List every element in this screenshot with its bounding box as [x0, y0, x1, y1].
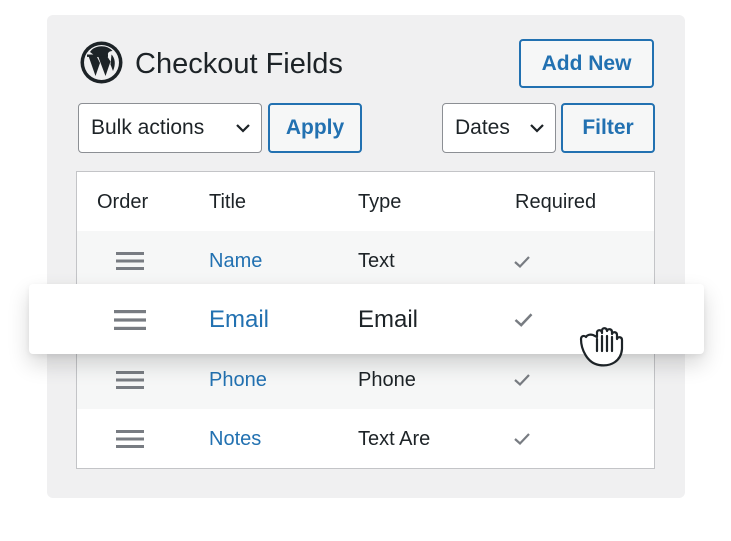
field-type: Email [358, 306, 419, 333]
field-title-link[interactable]: Name [209, 249, 262, 273]
field-title-link[interactable]: Notes [209, 427, 261, 451]
page-title: Checkout Fields [135, 48, 343, 80]
drag-handle-icon[interactable] [114, 309, 146, 331]
bulk-actions-select[interactable]: Bulk actions [78, 103, 262, 153]
filter-button[interactable]: Filter [561, 103, 655, 153]
chevron-down-icon [530, 124, 544, 133]
column-header-order[interactable]: Order [97, 190, 148, 214]
checkmark-icon [514, 433, 530, 446]
grab-hand-icon [579, 327, 624, 367]
bulk-actions-value: Bulk actions [91, 116, 205, 139]
checkmark-icon [514, 256, 530, 269]
apply-label: Apply [285, 116, 345, 139]
field-title-link[interactable]: Phone [209, 368, 267, 392]
filter-label: Filter [582, 116, 634, 139]
dates-select[interactable]: Dates [442, 103, 556, 153]
column-header-required[interactable]: Required [515, 190, 596, 214]
field-type: Phone [358, 369, 416, 391]
dates-value: Dates [455, 116, 510, 139]
column-header-type[interactable]: Type [358, 190, 401, 214]
field-title-link[interactable]: Email [209, 306, 269, 334]
drag-handle-icon[interactable] [116, 429, 144, 449]
field-type: Text [358, 250, 395, 272]
drag-handle-icon[interactable] [116, 370, 144, 390]
add-new-label: Add New [541, 51, 632, 75]
checkmark-icon [514, 374, 530, 387]
drag-handle-icon[interactable] [116, 251, 144, 271]
field-type: Text Are [358, 428, 431, 450]
checkmark-icon [514, 313, 533, 327]
add-new-button[interactable]: Add New [519, 39, 654, 88]
column-header-title[interactable]: Title [209, 190, 246, 214]
wordpress-logo-icon [80, 41, 123, 84]
chevron-down-icon [236, 124, 250, 133]
apply-button[interactable]: Apply [268, 103, 362, 153]
